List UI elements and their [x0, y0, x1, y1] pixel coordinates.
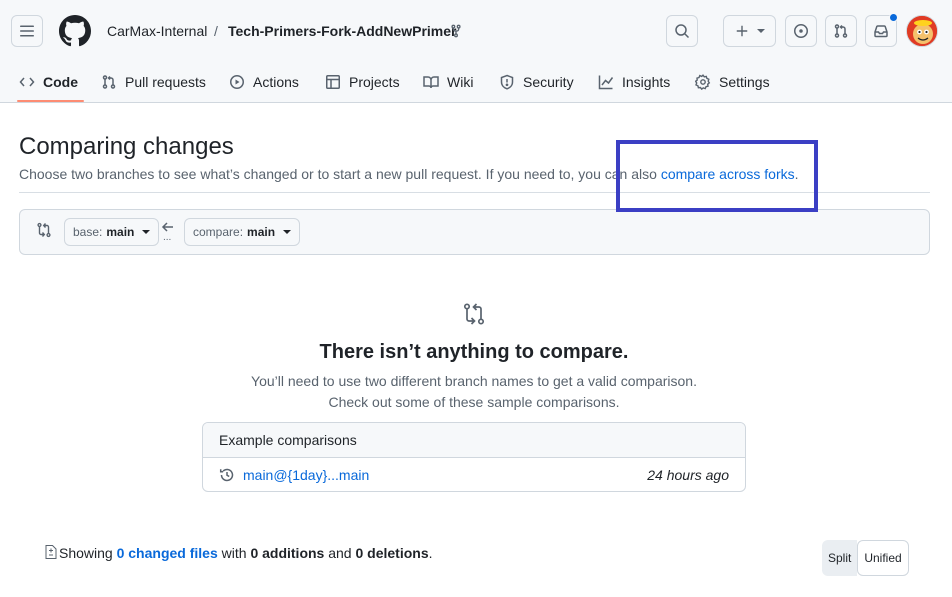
range-dots: ...	[163, 232, 172, 243]
tab-insights[interactable]: Insights	[598, 60, 670, 103]
diff-view-toggle: Split Unified	[822, 540, 909, 576]
tab-code[interactable]: Code	[19, 60, 78, 103]
compare-value: main	[247, 225, 276, 239]
tab-label: Security	[523, 73, 574, 90]
tab-actions[interactable]: Actions	[229, 60, 299, 103]
shield-icon	[500, 74, 514, 90]
chevron-down-icon	[283, 230, 292, 234]
subtitle-text: Choose two branches to see what’s change…	[19, 166, 661, 182]
example-comparisons-heading: Example comparisons	[203, 423, 745, 458]
compare-branch-select[interactable]: compare: main	[184, 218, 301, 246]
github-logo-icon[interactable]	[59, 15, 91, 47]
empty-state-text: You’ll need to use two different branch …	[251, 373, 697, 389]
summary-text: with	[217, 545, 251, 561]
repo-forked-icon	[451, 24, 461, 38]
git-pull-request-icon	[834, 24, 848, 38]
tab-label: Wiki	[447, 73, 474, 90]
search-icon	[675, 24, 690, 39]
issues-button[interactable]	[785, 15, 817, 47]
hamburger-menu-button[interactable]	[11, 15, 43, 47]
notification-indicator	[889, 13, 898, 22]
play-icon	[230, 74, 244, 89]
avatar-image-icon	[907, 16, 937, 46]
active-tab-indicator	[17, 100, 84, 102]
tab-pull-requests[interactable]: Pull requests	[101, 60, 206, 103]
table-icon	[326, 74, 340, 89]
file-diff-icon	[45, 545, 57, 559]
history-icon	[219, 468, 234, 482]
summary-text: Showing	[59, 545, 117, 561]
tab-wiki[interactable]: Wiki	[423, 60, 473, 103]
plus-icon	[736, 25, 747, 37]
issue-opened-icon	[794, 24, 808, 38]
git-pull-request-icon	[102, 74, 116, 89]
summary-text: .	[428, 545, 433, 561]
unified-view-button[interactable]: Unified	[857, 540, 909, 576]
top-bar: CarMax-Internal / Tech-Primers-Fork-AddN…	[0, 0, 952, 60]
empty-state-title: There isn’t anything to compare.	[319, 341, 629, 363]
base-branch-select[interactable]: base: main	[64, 218, 160, 246]
graph-icon	[598, 75, 614, 89]
page-title: Comparing changes	[19, 133, 234, 160]
tab-label: Projects	[349, 73, 400, 90]
changed-files-link[interactable]: 0 changed files	[117, 545, 218, 561]
list-item[interactable]: main@{1day}...main 24 hours ago	[203, 458, 745, 491]
inbox-icon	[874, 25, 888, 38]
pull-requests-button[interactable]	[825, 15, 857, 47]
search-button[interactable]	[666, 15, 698, 47]
breadcrumb-owner[interactable]: CarMax-Internal	[107, 23, 207, 39]
base-label: base:	[73, 225, 103, 239]
tab-label: Code	[43, 73, 78, 90]
avatar[interactable]	[906, 15, 938, 47]
tab-label: Actions	[253, 73, 299, 90]
create-new-button[interactable]	[723, 15, 776, 47]
deletions-count: 0 deletions	[355, 545, 429, 561]
split-view-button[interactable]: Split	[822, 540, 858, 576]
tab-label: Pull requests	[125, 73, 206, 90]
book-icon	[423, 75, 439, 88]
example-comparisons-box: Example comparisons main@{1day}...main 2…	[202, 422, 746, 492]
git-compare-icon	[37, 222, 51, 238]
compare-label: compare:	[193, 225, 244, 239]
code-icon	[19, 77, 35, 86]
repo-header: CarMax-Internal / Tech-Primers-Fork-AddN…	[0, 0, 952, 103]
git-compare-icon	[463, 303, 485, 325]
gear-icon	[695, 73, 711, 90]
chevron-down-icon	[142, 230, 151, 234]
tab-projects[interactable]: Projects	[325, 60, 400, 103]
base-value: main	[106, 225, 135, 239]
additions-count: 0 additions	[250, 545, 325, 561]
tab-label: Settings	[719, 73, 770, 90]
tab-label: Insights	[622, 73, 671, 90]
comparison-link[interactable]: main@{1day}...main	[243, 467, 369, 483]
breadcrumb-repo[interactable]: Tech-Primers-Fork-AddNewPrimer	[228, 23, 456, 39]
comparison-time: 24 hours ago	[647, 467, 729, 483]
summary-text: and	[324, 545, 356, 561]
chevron-down-icon	[756, 29, 765, 33]
repo-tabs: Code Pull requests Actions Projects Wiki…	[0, 60, 952, 103]
hamburger-icon	[20, 25, 34, 37]
empty-state-text: Check out some of these sample compariso…	[328, 394, 620, 410]
breadcrumb-separator: /	[214, 23, 218, 39]
tab-security[interactable]: Security	[499, 60, 574, 103]
tab-settings[interactable]: Settings	[695, 60, 770, 103]
diff-summary: Showing 0 changed files with 0 additions…	[59, 545, 433, 561]
annotation-highlight-box	[616, 140, 818, 212]
